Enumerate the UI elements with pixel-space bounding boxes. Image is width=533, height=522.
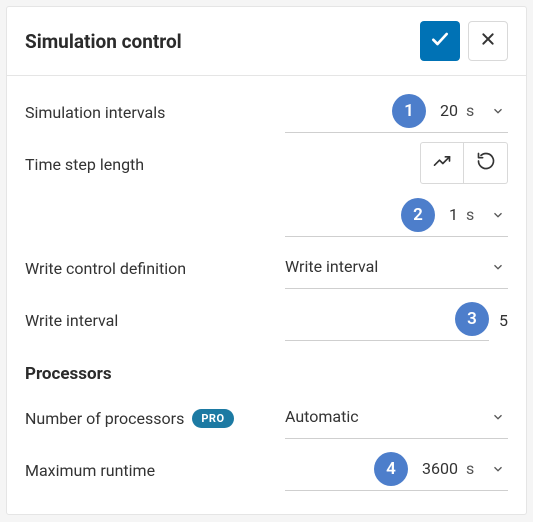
row-write-control-definition: Write control definition Write interval [25,242,508,294]
value-maximum-runtime: 3600 [422,459,458,478]
select-write-control-definition: Write interval [285,257,488,276]
check-icon [430,29,450,54]
chevron-down-icon[interactable] [488,462,508,476]
unit-time-step-length: s [466,205,480,224]
pro-badge: PRO [192,409,233,428]
unit-maximum-runtime: s [466,459,480,478]
control-simulation-intervals[interactable]: 1 20 s [285,91,508,133]
panel-body: Simulation intervals 1 20 s Time step le… [7,76,526,514]
marker-1: 1 [392,94,426,128]
unit-simulation-intervals: s [466,101,480,120]
simulation-control-panel: Simulation control Simulation intervals … [6,6,527,515]
value-time-step-length: 1 [449,205,458,224]
chevron-down-icon[interactable] [488,104,508,118]
label-write-interval: Write interval [25,311,285,330]
time-step-icon-group [420,142,508,184]
close-icon [480,31,496,52]
line-chart-icon [432,151,452,175]
control-write-control-definition[interactable]: Write interval [285,247,508,289]
label-maximum-runtime: Maximum runtime [25,461,285,480]
header-actions [420,21,508,61]
section-heading-processors: Processors [25,364,508,384]
value-write-interval: 5 [499,311,508,330]
chart-button[interactable] [420,142,464,184]
label-write-control-definition: Write control definition [25,259,285,278]
control-number-of-processors[interactable]: Automatic [285,397,508,439]
control-time-step-length[interactable]: 2 1 s [285,195,508,237]
label-simulation-intervals: Simulation intervals [25,103,285,122]
reset-button[interactable] [464,142,508,184]
aux-time-step-length [285,142,508,186]
chevron-down-icon[interactable] [488,260,508,274]
row-write-interval: Write interval 3 5 [25,294,508,346]
label-time-step-length: Time step length [25,155,285,174]
row-time-step-value: 2 1 s [25,190,508,242]
chevron-down-icon[interactable] [488,208,508,222]
row-time-step-length: Time step length [25,138,508,190]
undo-icon [476,151,496,175]
marker-3: 3 [455,302,489,336]
marker-4: 4 [374,452,408,486]
row-maximum-runtime: Maximum runtime 4 3600 s [25,444,508,496]
row-number-of-processors: Number of processors PRO Automatic [25,392,508,444]
marker-2: 2 [401,198,435,232]
row-simulation-intervals: Simulation intervals 1 20 s [25,86,508,138]
label-text-number-of-processors: Number of processors [25,409,184,428]
control-maximum-runtime[interactable]: 4 3600 s [285,449,508,491]
label-number-of-processors: Number of processors PRO [25,409,285,428]
control-write-interval[interactable]: 3 [285,299,489,341]
panel-title: Simulation control [25,30,182,53]
panel-header: Simulation control [7,7,526,76]
select-number-of-processors: Automatic [285,407,488,426]
chevron-down-icon[interactable] [488,410,508,424]
value-simulation-intervals: 20 [440,101,458,120]
confirm-button[interactable] [420,21,460,61]
close-button[interactable] [468,21,508,61]
